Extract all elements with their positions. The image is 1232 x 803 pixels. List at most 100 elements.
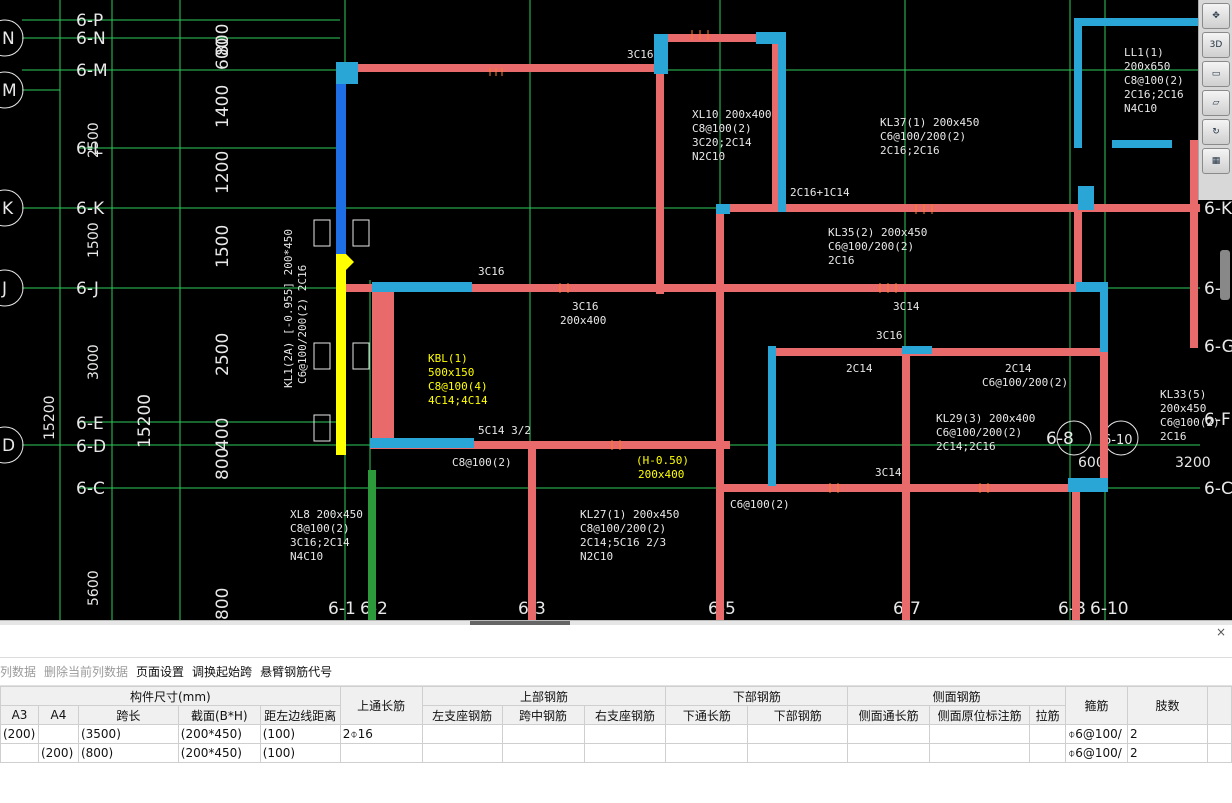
axis-bubble-j: J: [1, 279, 7, 299]
axis-6-p: 6-P: [76, 11, 103, 31]
left-axis-bubbles: [0, 19, 1139, 464]
dim-5600: 5600: [86, 570, 102, 606]
rotate-icon[interactable]: ↻: [1202, 119, 1230, 145]
columns[interactable]: [336, 18, 1198, 492]
header-bottom: 下部钢筋: [665, 686, 849, 706]
table-row[interactable]: (200) (3500) (200*450) (100) 2⌽16 ⌽6@100…: [0, 724, 1232, 744]
cell-span[interactable]: (3500): [77, 724, 179, 744]
toolbar-insert-column[interactable]: 列数据: [0, 663, 36, 680]
pan-icon[interactable]: ✥: [1202, 3, 1230, 29]
view-front-icon[interactable]: ▭: [1202, 61, 1230, 87]
view-iso-icon[interactable]: ▱: [1202, 90, 1230, 116]
cell-stirrup[interactable]: ⌽6@100/: [1065, 724, 1129, 744]
cell-side-mark[interactable]: [929, 743, 1031, 763]
cell-a4[interactable]: (200): [37, 743, 79, 763]
axis-right-6-c: 6-C: [1204, 479, 1232, 499]
cad-scroll-handle[interactable]: [1220, 250, 1230, 300]
dim-3000: 3000: [86, 344, 102, 380]
cell-a3[interactable]: [0, 743, 39, 763]
view-toolbar: ✥ 3D ▭ ▱ ↻ ▦: [1198, 0, 1232, 200]
cell-mid[interactable]: [501, 724, 585, 744]
label-kl35: KL35(2) 200x450: [828, 226, 927, 239]
cell-dist[interactable]: (100): [259, 724, 341, 744]
label-kl27-side: N2C10: [580, 550, 613, 563]
cell-side-mark[interactable]: [929, 724, 1031, 744]
cell-bot[interactable]: [747, 743, 849, 763]
cell-legs[interactable]: 2: [1127, 743, 1208, 763]
cell-right[interactable]: [583, 743, 667, 763]
label-xl10-side: N2C10: [692, 150, 725, 163]
label-kl27: KL27(1) 200x450: [580, 508, 679, 521]
axis-6-n: 6-N: [76, 29, 106, 49]
beams[interactable]: [340, 34, 1200, 620]
axis-6-1: 6-1: [328, 599, 356, 619]
3d-icon[interactable]: 3D: [1202, 32, 1230, 58]
label-kl1-stirrup: C6@100/200(2) 2C16: [296, 265, 309, 384]
dim-15200-outer: 15200: [42, 395, 58, 440]
column-15: [1112, 140, 1172, 148]
cell-section[interactable]: (200*450): [177, 743, 261, 763]
axis-bubble-k: K: [2, 199, 14, 219]
close-icon[interactable]: ×: [1216, 625, 1226, 639]
toolbar-cantilever-code[interactable]: 悬臂钢筋代号: [260, 663, 332, 680]
cell-a4[interactable]: [37, 724, 79, 744]
cell-section[interactable]: (200*450): [177, 724, 261, 744]
axis-6-8: 6-8: [1058, 599, 1086, 619]
label-xl10-bars: 3C20;2C14: [692, 136, 752, 149]
cell-right[interactable]: [583, 724, 667, 744]
column-2: [654, 34, 668, 74]
axis-6-m: 6-M: [76, 61, 108, 81]
axis-bubble-d: D: [2, 436, 15, 456]
label-kl35-stirrup: C6@100/200(2): [828, 240, 914, 253]
label-ll1-size: 200x650: [1124, 60, 1170, 73]
cell-left[interactable]: [421, 724, 503, 744]
cell-bot-through[interactable]: [665, 724, 749, 744]
dim-3200: 3200: [1175, 455, 1211, 471]
toolbar-swap-span[interactable]: 调换起始跨: [192, 663, 252, 680]
axis-right-6-g: 6-G: [1204, 337, 1232, 357]
toolbar-page-setup[interactable]: 页面设置: [136, 663, 184, 680]
grid-icon[interactable]: ▦: [1202, 148, 1230, 174]
label-xl10: XL10 200x400: [692, 108, 771, 121]
toolbar-delete-column[interactable]: 删除当前列数据: [44, 663, 128, 680]
green-segment: [368, 470, 376, 620]
label-ll1-side: N4C10: [1124, 102, 1157, 115]
cell-tie[interactable]: [1029, 724, 1067, 744]
cell-side-through[interactable]: [847, 743, 931, 763]
beam-rebar-table: 构件尺寸(mm) 上通长筋 上部钢筋 下部钢筋 侧面钢筋 箍筋 肢数 A3 A4…: [0, 686, 1232, 763]
cell-left[interactable]: [421, 743, 503, 763]
cell-extra[interactable]: [1206, 724, 1232, 744]
cell-mid[interactable]: [501, 743, 585, 763]
label-beam-3c14-a: 3C14: [893, 300, 920, 313]
selected-beam-blue[interactable]: [336, 84, 346, 254]
cad-canvas[interactable]: N M K J D 6-8 6-10 6-P 6-N 6-M 6-L 6-K 6…: [0, 0, 1232, 620]
label-200x400: 200x400: [560, 314, 606, 327]
cell-span[interactable]: (800): [77, 743, 179, 763]
dim-800-mid: 800: [213, 448, 233, 480]
cell-a3[interactable]: (200): [0, 724, 39, 744]
floor-plan-drawing[interactable]: N M K J D 6-8 6-10 6-P 6-N 6-M 6-L 6-K 6…: [0, 0, 1232, 620]
beam-6-g: [770, 348, 1100, 356]
cell-bot[interactable]: [747, 724, 849, 744]
axis-bubble-6-8: 6-8: [1046, 429, 1074, 449]
cell-extra[interactable]: [1206, 743, 1232, 763]
cell-top-through[interactable]: 2⌽16: [339, 724, 423, 744]
label-beam-3c16-b: 3C16: [627, 48, 654, 61]
dim-600: 600: [213, 38, 233, 70]
cell-top-through[interactable]: [339, 743, 423, 763]
cell-stirrup[interactable]: ⌽6@100/: [1065, 743, 1129, 763]
label-c6-stirrup2: C6@100(2): [730, 498, 790, 511]
cell-legs[interactable]: 2: [1127, 724, 1208, 744]
cell-side-through[interactable]: [847, 724, 931, 744]
label-kl29-bars: 2C14;2C16: [936, 440, 996, 453]
header-span: 跨长: [77, 705, 179, 725]
dim-1500: 1500: [213, 225, 233, 268]
bottom-axis-labels: 6-1 6-2 6-3 6-5 6-7 6-8 6-10: [328, 599, 1129, 619]
dim-800-bottom: 800: [213, 588, 233, 620]
cell-tie[interactable]: [1029, 743, 1067, 763]
beam-right: [1190, 140, 1198, 348]
table-row[interactable]: (200) (800) (200*450) (100) ⌽6@100/ 2: [0, 743, 1232, 763]
cell-bot-through[interactable]: [665, 743, 749, 763]
cell-dist[interactable]: (100): [259, 743, 341, 763]
label-kl37: KL37(1) 200x450: [880, 116, 979, 129]
